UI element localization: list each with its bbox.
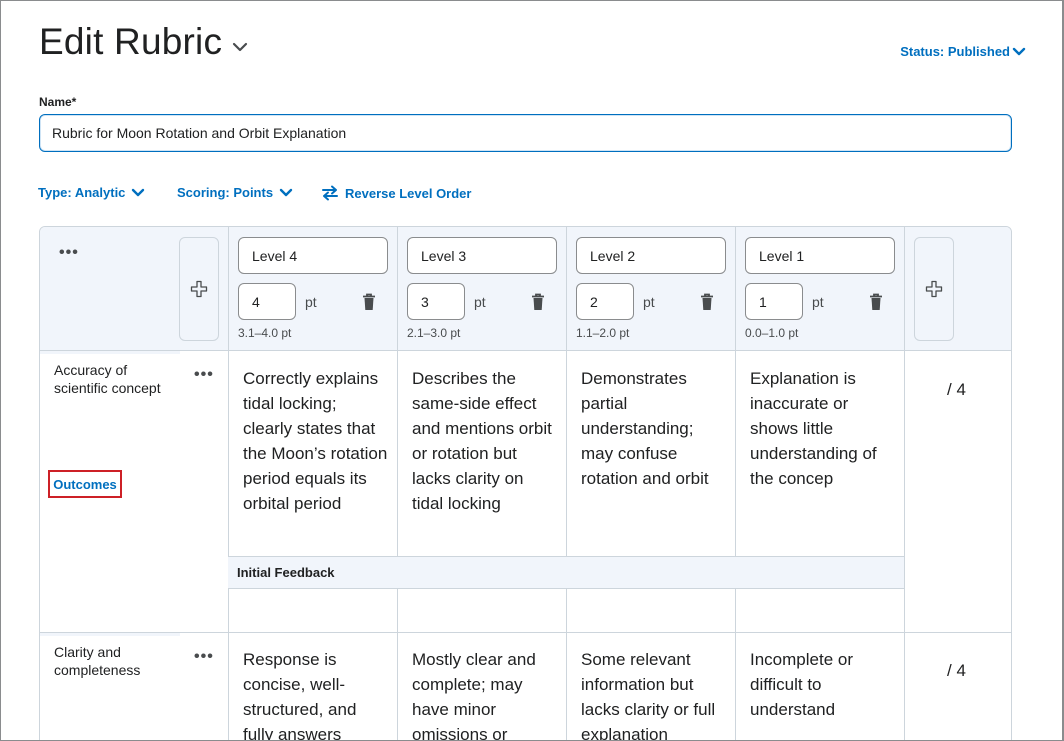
type-label: Type: Analytic <box>38 185 126 200</box>
plus-icon <box>190 280 208 298</box>
add-level-start-button[interactable] <box>179 237 219 341</box>
more-options-icon[interactable]: ••• <box>194 367 214 383</box>
column-divider <box>228 227 229 740</box>
points-range: 3.1–4.0 pt <box>238 326 292 340</box>
criterion-level-description[interactable]: Explanation is inaccurate or shows littl… <box>750 366 895 491</box>
chevron-down-icon[interactable] <box>232 41 248 53</box>
points-unit-label: pt <box>643 294 655 310</box>
more-options-icon[interactable]: ••• <box>59 245 79 261</box>
more-options-icon[interactable]: ••• <box>194 649 214 665</box>
type-dropdown[interactable]: Type: Analytic <box>38 185 145 200</box>
trash-icon[interactable] <box>700 293 714 311</box>
chevron-down-icon[interactable] <box>1012 47 1026 57</box>
page-title: Edit Rubric <box>39 21 223 62</box>
trash-icon[interactable] <box>362 293 376 311</box>
level-name-field[interactable]: Level 4 <box>238 237 388 274</box>
points-range: 2.1–3.0 pt <box>407 326 461 340</box>
criterion-level-description[interactable]: Some relevant information but lacks clar… <box>581 647 726 740</box>
level-name-field[interactable]: Level 2 <box>576 237 726 274</box>
level-points-field[interactable]: 2 <box>576 283 634 320</box>
add-level-end-button[interactable] <box>914 237 954 341</box>
scoring-label: Scoring: Points <box>177 185 274 200</box>
level-points-field[interactable]: 3 <box>407 283 465 320</box>
initial-feedback-label: Initial Feedback <box>237 565 335 580</box>
criterion-score: / 4 <box>947 380 966 399</box>
criterion-level-description[interactable]: Incomplete or difficult to understand <box>750 647 895 722</box>
criterion-level-description[interactable]: Response is concise, well-structured, an… <box>243 647 388 740</box>
level-name-field[interactable]: Level 1 <box>745 237 895 274</box>
criterion-tab-accent <box>40 351 180 354</box>
level-points-field[interactable]: 1 <box>745 283 803 320</box>
criterion-level-description[interactable]: Correctly explains tidal locking; clearl… <box>243 366 388 516</box>
initial-feedback-row: Initial Feedback <box>228 556 904 589</box>
points-unit-label: pt <box>474 294 486 310</box>
chevron-down-icon <box>279 188 293 196</box>
points-range: 1.1–2.0 pt <box>576 326 630 340</box>
points-unit-label: pt <box>812 294 824 310</box>
trash-icon[interactable] <box>531 293 545 311</box>
column-divider <box>566 227 567 740</box>
name-label: Name* <box>39 95 77 109</box>
outcomes-link[interactable]: Outcomes <box>48 470 122 498</box>
reverse-label: Reverse Level Order <box>345 185 472 201</box>
criterion-name[interactable]: Clarity and completeness <box>54 643 174 679</box>
criterion-level-description[interactable]: Describes the same-side effect and menti… <box>412 366 557 516</box>
rubric-name-input[interactable] <box>39 114 1012 152</box>
points-unit-label: pt <box>305 294 317 310</box>
level-name-field[interactable]: Level 3 <box>407 237 557 274</box>
criterion-name[interactable]: Accuracy of scientific concept <box>54 361 174 397</box>
chevron-down-icon <box>132 188 145 196</box>
column-divider <box>904 227 905 740</box>
column-divider <box>735 227 736 740</box>
criterion-level-description[interactable]: Mostly clear and complete; may have mino… <box>412 647 557 740</box>
status-dropdown[interactable]: Status: Published <box>900 44 1010 59</box>
criterion-score: / 4 <box>947 661 966 680</box>
plus-icon <box>925 280 943 298</box>
scoring-dropdown[interactable]: Scoring: Points <box>177 185 293 200</box>
criterion-level-description[interactable]: Demonstrates partial understanding; may … <box>581 366 726 491</box>
criterion-tab-accent <box>40 633 180 636</box>
points-range: 0.0–1.0 pt <box>745 326 799 340</box>
row-divider <box>40 632 1011 633</box>
swap-icon <box>322 185 338 201</box>
rubric-grid: ••• Level 4 4 pt 3.1–4.0 pt Level 3 3 pt… <box>39 226 1012 740</box>
level-points-field[interactable]: 4 <box>238 283 296 320</box>
reverse-level-order-button[interactable]: Reverse Level Order <box>321 185 471 201</box>
trash-icon[interactable] <box>869 293 883 311</box>
column-divider <box>397 227 398 740</box>
rubric-editor-window: Edit Rubric Status: Published Name* Type… <box>0 0 1064 741</box>
